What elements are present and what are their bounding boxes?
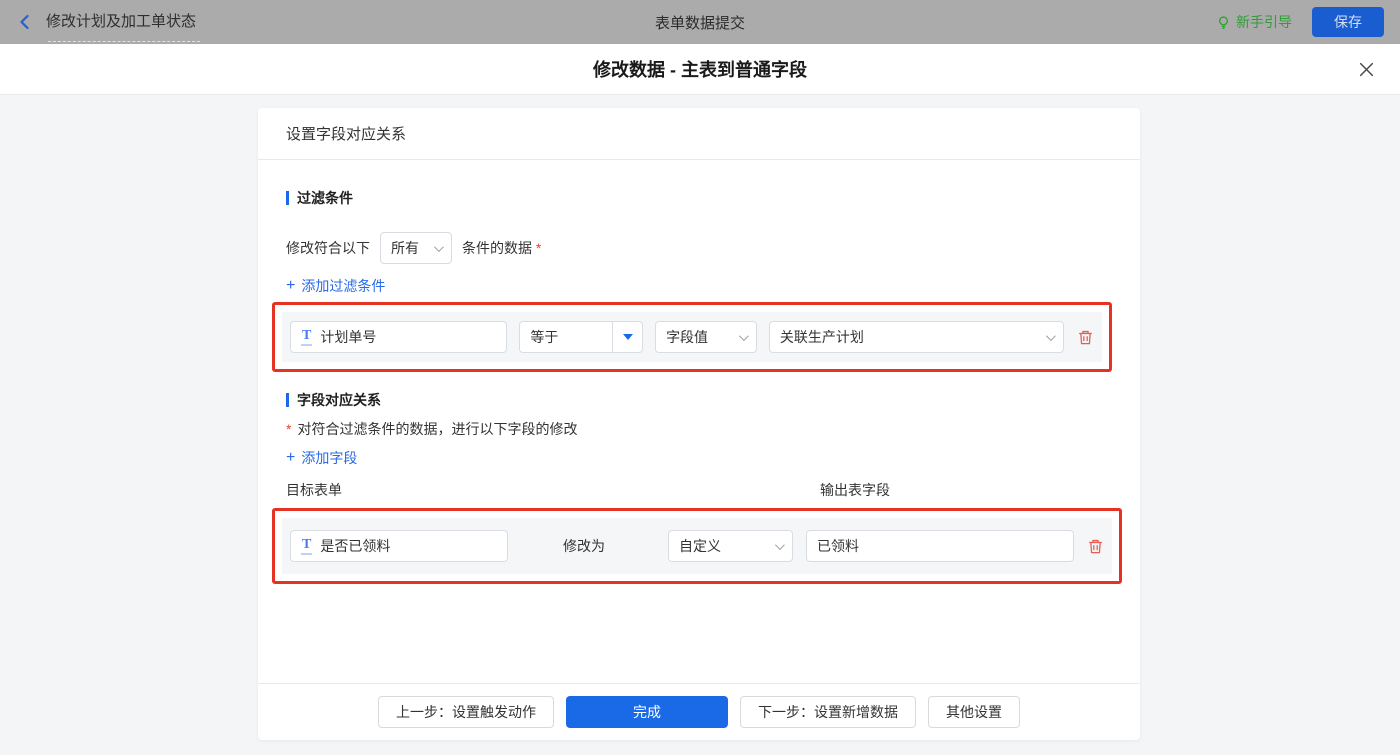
close-button[interactable]: [1354, 57, 1378, 81]
back-button[interactable]: 修改计划及加工单状态: [16, 12, 201, 42]
filter-section-title: 过滤条件: [286, 188, 1112, 208]
lightbulb-icon: [1219, 15, 1228, 29]
delete-field-button[interactable]: [1086, 537, 1104, 555]
mapping-section-title: 字段对应关系: [286, 390, 1112, 410]
required-mark: *: [286, 421, 292, 437]
required-mark: *: [535, 240, 542, 256]
dialog-title: 修改数据 - 主表到普通字段: [593, 60, 807, 80]
highlight-box-mapping: T 是否已领料 修改为 自定义: [272, 508, 1122, 584]
add-field-link[interactable]: + 添加字段: [286, 448, 357, 468]
chevron-down-icon: [433, 241, 444, 252]
card-footer: 上一步：设置触发动作 完成 下一步：设置新增数据 其他设置: [258, 683, 1140, 740]
done-button[interactable]: 完成: [566, 696, 728, 728]
caret-down-icon: [622, 334, 633, 340]
section-accent-bar: [286, 191, 289, 205]
match-condition-row: 修改符合以下 所有 条件的数据 *: [286, 232, 1112, 264]
settings-card: 设置字段对应关系 过滤条件 修改符合以下 所有 条件的数据 * + 添加过滤条件…: [258, 108, 1140, 740]
value-mode-select[interactable]: 自定义: [668, 530, 793, 562]
dialog-body: 设置字段对应关系 过滤条件 修改符合以下 所有 条件的数据 * + 添加过滤条件…: [0, 95, 1400, 754]
filter-condition-row: T 计划单号 等于 字段值 关联生产计划: [282, 312, 1102, 362]
chevron-down-icon: [774, 539, 785, 550]
prev-step-button[interactable]: 上一步：设置触发动作: [378, 696, 554, 728]
value-type-select[interactable]: 字段值: [655, 321, 757, 353]
section-accent-bar: [286, 393, 289, 407]
mapping-description: * 对符合过滤条件的数据，进行以下字段的修改: [286, 421, 578, 437]
text-field-icon: T: [301, 328, 313, 346]
close-icon: [1359, 62, 1373, 76]
save-button[interactable]: 保存: [1312, 7, 1384, 37]
target-field-select[interactable]: T 是否已领料: [290, 530, 508, 562]
output-field-column-header: 输出表字段: [820, 482, 890, 498]
condition-value-select[interactable]: 关联生产计划: [768, 321, 1065, 353]
chevron-down-icon: [1045, 330, 1056, 341]
match-mode-select[interactable]: 所有: [380, 232, 452, 264]
chevron-down-icon: [738, 330, 749, 341]
mapping-column-headers: 目标表单 输出表字段: [286, 480, 1112, 498]
condition-field-select[interactable]: T 计划单号: [290, 321, 508, 353]
add-filter-condition-link[interactable]: + 添加过滤条件: [286, 276, 385, 296]
highlight-box-filter: T 计划单号 等于 字段值 关联生产计划: [272, 302, 1112, 372]
guide-label: 新手引导: [1236, 14, 1292, 30]
modify-to-label: 修改为: [563, 538, 605, 554]
workflow-name[interactable]: 修改计划及加工单状态: [46, 12, 201, 42]
target-form-column-header: 目标表单: [286, 482, 342, 498]
operator-dropdown-button[interactable]: [612, 322, 642, 352]
custom-value-input[interactable]: [806, 530, 1074, 562]
field-mapping-row: T 是否已领料 修改为 自定义: [282, 518, 1112, 574]
trash-icon: [1078, 330, 1092, 344]
text-field-icon: T: [301, 537, 313, 555]
plus-icon: +: [286, 277, 296, 294]
operator-select[interactable]: 等于: [519, 321, 644, 353]
topbar-title: 表单数据提交: [654, 14, 745, 32]
trash-icon: [1088, 539, 1102, 553]
dialog-header: 修改数据 - 主表到普通字段: [0, 44, 1400, 95]
plus-icon: +: [286, 449, 296, 466]
delete-condition-button[interactable]: [1076, 328, 1094, 346]
other-settings-button[interactable]: 其他设置: [928, 696, 1020, 728]
card-title: 设置字段对应关系: [258, 108, 1140, 160]
back-chevron-icon: [20, 14, 29, 30]
topbar: 修改计划及加工单状态 表单数据提交 新手引导 保存: [0, 0, 1400, 44]
match-prefix: 修改符合以下: [286, 240, 370, 256]
next-step-button[interactable]: 下一步：设置新增数据: [740, 696, 916, 728]
beginner-guide-button[interactable]: 新手引导: [1216, 12, 1292, 32]
match-suffix: 条件的数据 *: [462, 240, 542, 256]
